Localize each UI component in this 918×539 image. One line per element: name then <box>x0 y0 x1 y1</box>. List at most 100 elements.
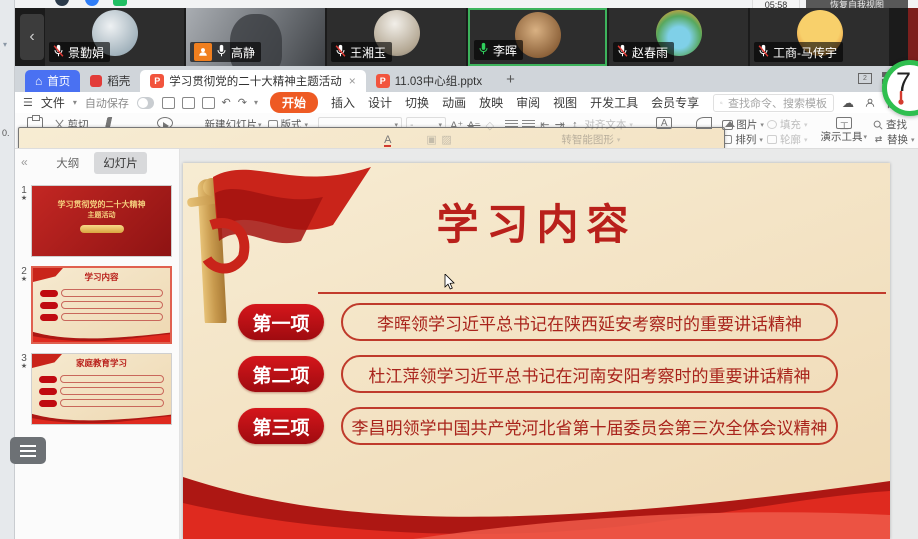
replace-button[interactable]: ⇄替换▾ <box>873 132 915 147</box>
find-button[interactable]: 查找 <box>873 117 915 132</box>
print-preview-icon[interactable] <box>202 97 215 109</box>
item-badge[interactable]: 第二项 <box>238 356 324 392</box>
panel-tab[interactable]: 大纲 <box>47 152 88 174</box>
slide-canvas[interactable]: 学习内容 第一项 李晖领学习近平总书记在陕西延安考察时的重要讲话精神 第二项 <box>180 149 918 539</box>
ribbon-tab[interactable]: 切换 <box>405 94 429 111</box>
transition-star-icon: ★ <box>17 196 31 202</box>
document-tab[interactable]: 首页 <box>25 70 80 92</box>
collapse-panel-button[interactable]: « <box>21 155 28 169</box>
dropdown-caret-icon: ▾ <box>3 40 7 49</box>
slide-thumbnail[interactable]: 家庭教育学习 <box>31 353 172 425</box>
ribbon-tab[interactable]: 审阅 <box>516 94 540 111</box>
wps-presentation-icon: P <box>376 74 390 88</box>
cloud-icon[interactable]: ☁ <box>842 96 854 110</box>
tab-label: 11.03中心组.pptx <box>395 73 482 89</box>
picture-button[interactable]: 图片▾ <box>722 117 764 132</box>
slide-items: 第一项 李晖领学习近平总书记在陕西延安考察时的重要讲话精神 第二项 杜江萍领学习… <box>183 303 890 459</box>
slide-thumbnails: 1 ★ 学习贯彻党的二十大精神 主题活动 <box>15 179 180 434</box>
fill-button[interactable]: 填充▾ <box>767 117 808 132</box>
tools-icon <box>836 117 852 129</box>
picture-icon <box>722 120 733 130</box>
panel-tab[interactable]: 幻灯片 <box>94 152 147 174</box>
taskbar-icon[interactable] <box>55 0 69 6</box>
quick-access-toolbar: ↶ ↷ ▾ <box>162 96 258 109</box>
mic-icon <box>53 44 64 61</box>
new-slide-button[interactable]: 新建幻灯片▾ <box>202 115 265 146</box>
search-icon <box>720 98 723 108</box>
clear-format-icon[interactable]: ◇ <box>484 119 495 132</box>
ribbon-tab[interactable]: 动画 <box>442 94 466 111</box>
participant-tiles: 景勤娟 高静 <box>45 8 889 66</box>
participant-tile[interactable]: 工商-马传宇 <box>750 8 889 66</box>
participant-tile[interactable]: 王湘玉 <box>327 8 466 66</box>
mic-icon <box>617 44 628 61</box>
ribbon-tab[interactable]: 会员专享 <box>651 94 699 111</box>
participant-tile[interactable]: 李晖 <box>468 8 607 66</box>
document-tab[interactable]: P 学习贯彻党的二十大精神主题活动 × <box>140 70 366 92</box>
arrange-button[interactable]: 排列▾ <box>722 132 764 147</box>
ribbon-tab[interactable]: 放映 <box>479 94 503 111</box>
participant-tile[interactable]: 景勤娟 <box>45 8 184 66</box>
chevron-down-icon[interactable]: ▾ <box>254 98 258 107</box>
participant-namebar: 工商-马传宇 <box>754 42 843 62</box>
slide-title[interactable]: 学习内容 <box>183 191 890 252</box>
ribbon-toolbar: 粘贴▾ 剪切 复制 格式刷 当页开始▾ 新建幻灯片▾ 版式▾ 节▾ <box>15 113 918 149</box>
ribbon-tab[interactable]: 开发工具 <box>590 94 638 111</box>
phonetic-guide-icon[interactable]: ▣ <box>426 133 437 146</box>
undo-icon[interactable]: ↶ <box>222 96 231 109</box>
outline-button[interactable]: 轮廓▾ <box>767 132 808 147</box>
document-tab[interactable]: P 11.03中心组.pptx <box>366 70 492 92</box>
menu-bar: ☰ 文件 ▾ 自动保存 ↶ ↷ ▾ 开始 插入 设计 <box>15 92 918 113</box>
command-search[interactable]: 查找命令、搜索模板 <box>713 94 834 112</box>
print-icon[interactable] <box>182 97 195 109</box>
wps-presentation-icon: P <box>150 74 164 88</box>
mouse-cursor <box>444 274 455 290</box>
replace-icon: ⇄ <box>873 134 884 145</box>
switch-window-icon[interactable]: 2 <box>858 73 872 84</box>
hamburger-icon[interactable]: ☰ <box>23 96 33 109</box>
redo-icon[interactable]: ↷ <box>238 96 247 109</box>
slide[interactable]: 学习内容 第一项 李晖领学习近平总书记在陕西延安考察时的重要讲话精神 第二项 <box>183 163 890 539</box>
collapse-strip-button[interactable]: ‹ <box>20 14 44 60</box>
fill-icon <box>767 120 777 129</box>
item-text: 李昌明领学中国共产党河北省第十届委员会第三次全体会议精神 <box>352 414 828 439</box>
slide-thumbnail[interactable]: 学习贯彻党的二十大精神 主题活动 <box>31 185 172 257</box>
ribbon-tab[interactable]: 设计 <box>368 94 392 111</box>
presentation-tools-button[interactable]: 演示工具▾ <box>817 115 870 146</box>
floating-list-button[interactable] <box>10 437 46 464</box>
align-text-button[interactable]: 对齐文本▾ <box>584 117 633 132</box>
participant-tile[interactable]: 赵春雨 <box>609 8 748 66</box>
autosave-toggle[interactable] <box>137 97 154 109</box>
close-icon[interactable]: × <box>349 74 356 88</box>
tab-label: 首页 <box>47 73 70 89</box>
taskbar-icon[interactable] <box>85 0 99 6</box>
item-badge[interactable]: 第三项 <box>238 408 324 444</box>
document-tab[interactable]: 稻壳 <box>80 70 140 92</box>
ribbon-tab[interactable]: 视图 <box>553 94 577 111</box>
new-tab-button[interactable]: + <box>506 71 515 88</box>
wps-window: 首页 稻壳 P 学习贯彻党的二十大精神主题活动 × <box>15 66 918 539</box>
smart-graphic-button[interactable]: 转智能图形▾ <box>561 132 620 147</box>
shading-icon[interactable]: ▨ <box>441 133 452 146</box>
textbox-icon <box>656 117 672 129</box>
ribbon-tab[interactable]: 开始 <box>270 92 318 113</box>
participant-tile[interactable]: 高静 <box>186 8 325 66</box>
mic-icon <box>478 42 489 59</box>
item-text-box[interactable]: 李昌明领学中国共产党河北省第十届委员会第三次全体会议精神 <box>341 407 838 445</box>
participant-name: 李晖 <box>493 42 517 59</box>
file-menu[interactable]: 文件 <box>41 94 65 111</box>
thumbnail-subtitle: 主题活动 <box>32 210 171 220</box>
shapes-icon <box>696 117 712 129</box>
item-badge[interactable]: 第一项 <box>238 304 324 340</box>
save-icon[interactable] <box>162 97 175 109</box>
font-color-button[interactable]: A <box>384 134 391 146</box>
clipped-participant-tile <box>908 8 918 66</box>
ribbon-tab[interactable]: 插入 <box>331 94 355 111</box>
item-text-box[interactable]: 杜江萍领学习近平总书记在河南安阳考察时的重要讲话精神 <box>341 355 838 393</box>
taskbar-icon[interactable] <box>113 0 127 6</box>
item-text-box[interactable]: 李晖领学习近平总书记在陕西延安考察时的重要讲话精神 <box>341 303 838 341</box>
slide-thumbnail[interactable]: 学习内容 <box>31 266 172 344</box>
slide-item: 第二项 杜江萍领学习近平总书记在河南安阳考察时的重要讲话精神 <box>238 355 838 393</box>
participant-namebar: 景勤娟 <box>49 42 110 62</box>
document-tabs: 首页 稻壳 P 学习贯彻党的二十大精神主题活动 × <box>25 70 492 92</box>
